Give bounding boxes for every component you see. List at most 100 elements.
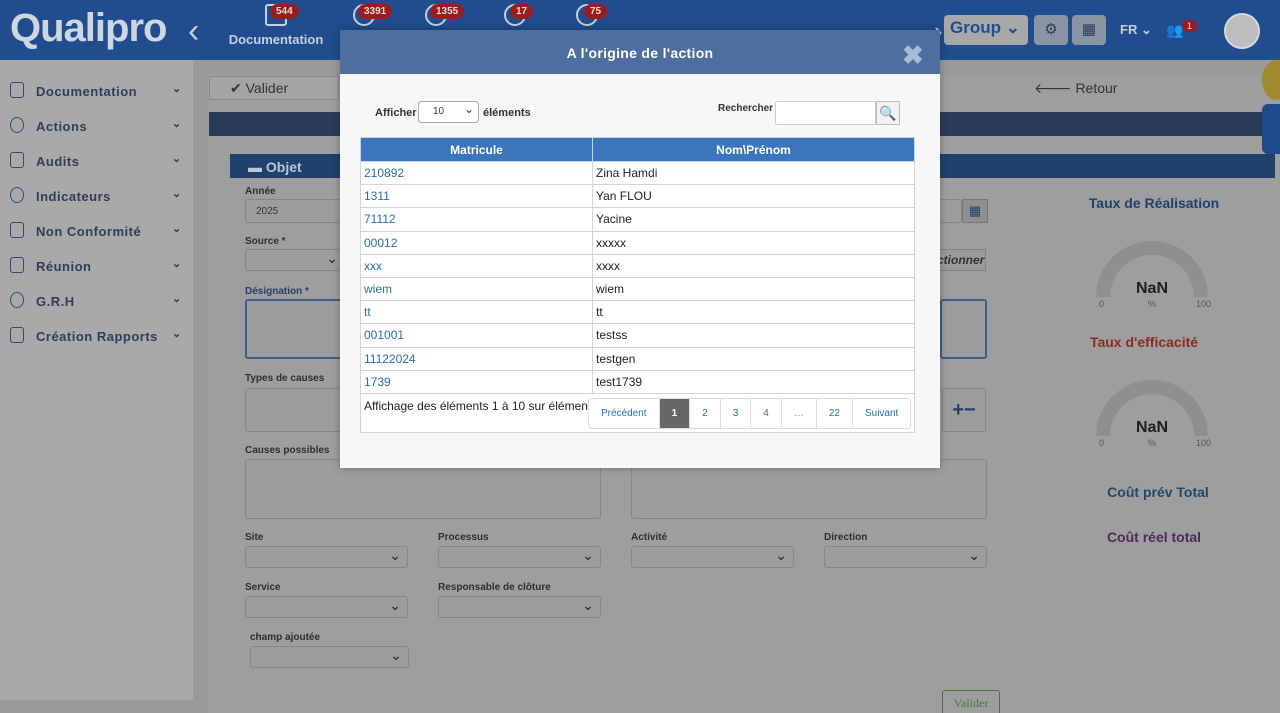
module-reunion[interactable]: 75 xyxy=(562,4,612,26)
sidebar-item-creation-rapports[interactable]: Création Rapports ⌄ xyxy=(0,321,193,351)
pagination-page-4[interactable]: 4 xyxy=(750,399,781,428)
efficacite-max: 100 xyxy=(1196,438,1212,448)
matricule-cell[interactable]: 1739 xyxy=(360,369,593,394)
matricule-cell[interactable]: 001001 xyxy=(360,323,593,348)
sidebar-item-reunion[interactable]: Réunion ⌄ xyxy=(0,251,193,281)
valider-button[interactable]: ✔ Valider xyxy=(209,76,339,100)
module-indicateurs[interactable]: 17 xyxy=(490,4,540,26)
pagination-next[interactable]: Suivant xyxy=(851,399,910,428)
sidebar: Documentation ⌄ Actions ⌄ Audits ⌄ Indic… xyxy=(0,60,193,700)
document-icon xyxy=(10,82,24,98)
page-length-select[interactable]: 10 xyxy=(418,101,479,123)
settings-button[interactable]: ⚙ xyxy=(1034,15,1068,45)
table-row[interactable]: tt tt xyxy=(360,300,915,325)
chevron-down-icon: ⌄ xyxy=(172,153,182,165)
table-row[interactable]: 00012 xxxxx xyxy=(360,230,915,255)
matricule-cell[interactable]: 71112 xyxy=(360,207,593,232)
chevron-down-icon: ⌄ xyxy=(172,188,182,200)
sidebar-item-label: Audits xyxy=(36,154,80,169)
module-audits[interactable]: 1355 xyxy=(406,4,466,26)
pagination-page-2[interactable]: 2 xyxy=(689,399,720,428)
realisation-max: 100 xyxy=(1196,299,1212,309)
retour-button[interactable]: 🡐 Retour xyxy=(1034,80,1117,97)
direction-select[interactable] xyxy=(824,546,987,568)
users-icon[interactable]: 👥 xyxy=(1166,22,1183,39)
matricule-cell[interactable]: 210892 xyxy=(360,160,593,186)
sidebar-item-documentation[interactable]: Documentation ⌄ xyxy=(0,76,193,106)
elements-label: éléments xyxy=(483,107,531,119)
processus-label: Processus xyxy=(438,532,489,543)
column-header-nom-prenom[interactable]: Nom\Prénom xyxy=(592,137,915,162)
right-textarea[interactable] xyxy=(631,459,987,519)
module-actions[interactable]: 3391 xyxy=(334,4,394,26)
valider-bottom-button[interactable]: Valider xyxy=(942,690,1000,713)
pagination-previous[interactable]: Précédent xyxy=(589,399,659,428)
pagination: Précédent 1 2 3 4 … 22 Suivant xyxy=(588,398,912,429)
sidebar-item-non-conformite[interactable]: Non Conformité ⌄ xyxy=(0,216,193,246)
sidebar-item-grh[interactable]: G.R.H ⌄ xyxy=(0,286,193,316)
sidebar-item-indicateurs[interactable]: Indicateurs ⌄ xyxy=(0,181,193,211)
user-icon xyxy=(10,292,24,308)
types-causes-input[interactable] xyxy=(245,388,345,432)
nom-cell: test1739 xyxy=(592,369,915,394)
responsable-select[interactable] xyxy=(438,596,601,618)
meeting-icon xyxy=(10,257,24,273)
sidebar-item-audits[interactable]: Audits ⌄ xyxy=(0,146,193,176)
designation-textarea-right[interactable] xyxy=(940,299,987,359)
thumbs-down-icon xyxy=(10,222,24,238)
matricule-cell[interactable]: 1311 xyxy=(360,184,593,209)
table-row[interactable]: 001001 testss xyxy=(360,323,915,348)
group-select[interactable]: Group ⌄ xyxy=(944,15,1028,45)
chevron-down-icon: ⌄ xyxy=(172,293,182,305)
apps-button[interactable]: ▦ xyxy=(1072,15,1106,45)
table-row[interactable]: 11122024 testgen xyxy=(360,346,915,371)
source-select[interactable] xyxy=(245,249,345,271)
language-select[interactable]: FR ⌄ xyxy=(1120,22,1152,38)
direction-label: Direction xyxy=(824,532,868,543)
side-panel-toggle[interactable] xyxy=(1262,104,1280,154)
sidebar-item-label: Réunion xyxy=(36,259,92,274)
site-select[interactable] xyxy=(245,546,408,568)
pagination-page-3[interactable]: 3 xyxy=(719,399,751,428)
table-row[interactable]: 1739 test1739 xyxy=(360,369,915,394)
table-row[interactable]: 210892 Zina Hamdi xyxy=(360,160,915,186)
matricule-cell[interactable]: wiem xyxy=(360,276,593,302)
badge-documentation: 544 xyxy=(270,4,299,19)
efficacite-min: 0 xyxy=(1099,438,1105,448)
matricule-cell[interactable]: 11122024 xyxy=(360,346,593,371)
table-row[interactable]: xxx xxxx xyxy=(360,253,915,278)
matricule-cell[interactable]: xxx xyxy=(360,253,593,278)
activite-label: Activité xyxy=(631,532,668,543)
sidebar-item-actions[interactable]: Actions ⌄ xyxy=(0,111,193,141)
pagination-page-22[interactable]: 22 xyxy=(815,399,852,428)
module-documentation[interactable]: 544 Documentation xyxy=(228,4,324,47)
pagination-page-1[interactable]: 1 xyxy=(658,399,690,428)
causes-possibles-textarea[interactable] xyxy=(245,459,601,519)
table-footer: Affichage des éléments 1 à 10 sur élémen… xyxy=(360,393,915,433)
calendar-button[interactable]: ▦ xyxy=(962,199,988,223)
plus-icon: + xyxy=(952,399,964,421)
table-row[interactable]: wiem wiem xyxy=(360,276,915,302)
service-select[interactable] xyxy=(245,596,408,618)
matricule-cell[interactable]: 00012 xyxy=(360,230,593,255)
collapse-sidebar-chevron-icon[interactable]: ‹ xyxy=(188,12,199,51)
avatar[interactable] xyxy=(1224,13,1260,49)
cout-reel-total: Coût réel total xyxy=(1106,529,1202,545)
activite-select[interactable] xyxy=(631,546,794,568)
champ-ajoutee-select[interactable] xyxy=(250,646,409,668)
search-icon: 🔍 xyxy=(879,105,897,121)
column-header-matricule[interactable]: Matricule xyxy=(360,137,593,162)
search-button[interactable]: 🔍 xyxy=(876,101,900,125)
close-icon[interactable]: ✖ xyxy=(902,40,924,71)
matricule-cell[interactable]: tt xyxy=(360,300,593,325)
table-row[interactable]: 1311 Yan FLOU xyxy=(360,184,915,209)
processus-select[interactable] xyxy=(438,546,601,568)
search-input[interactable] xyxy=(775,101,876,125)
designation-textarea[interactable] xyxy=(245,299,345,359)
annee-input[interactable]: 2025 xyxy=(245,199,345,223)
chevron-down-icon: ⌄ xyxy=(172,328,182,340)
badge-indicateurs: 17 xyxy=(510,4,534,19)
sidebar-item-label: Non Conformité xyxy=(36,224,142,239)
add-remove-button[interactable]: +− xyxy=(942,388,986,432)
table-row[interactable]: 71112 Yacine xyxy=(360,207,915,232)
